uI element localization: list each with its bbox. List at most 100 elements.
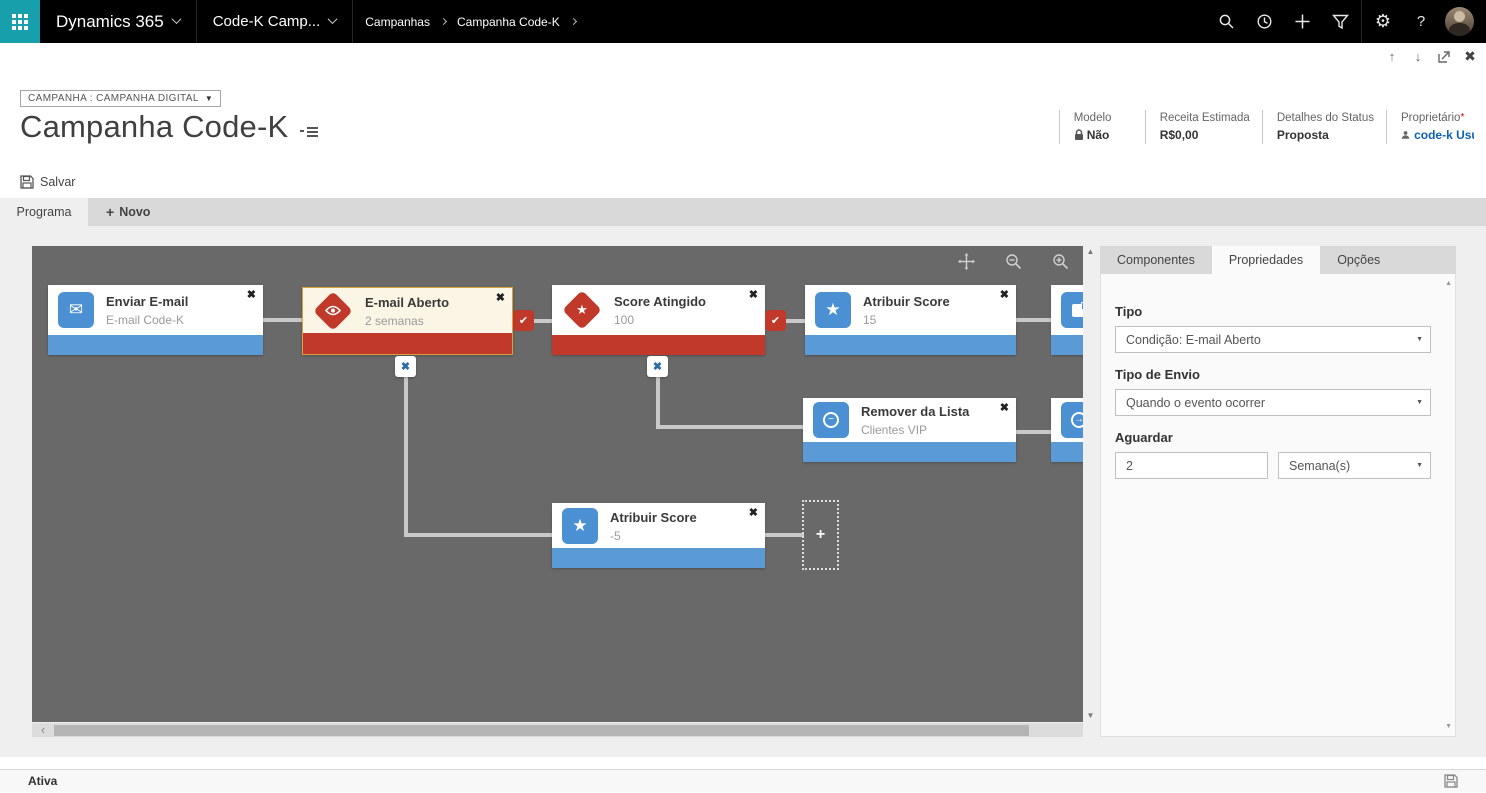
brand-menu[interactable]: Dynamics 365: [40, 0, 197, 43]
tab-opcoes[interactable]: Opções: [1320, 246, 1397, 274]
add-step-placeholder[interactable]: +: [802, 500, 839, 570]
chevron-down-icon: ▼: [1416, 399, 1423, 406]
connector-line: [784, 319, 807, 323]
panel-body: ▲ ▼ Tipo Condição: E-mail Aberto ▼ Tipo …: [1100, 274, 1456, 737]
field-modelo: Modelo Não: [1059, 110, 1145, 144]
close-record-icon[interactable]: ✖: [1460, 46, 1480, 66]
canvas-horizontal-scrollbar[interactable]: ‹: [32, 723, 1083, 737]
connector-line: [531, 319, 554, 323]
previous-record-icon[interactable]: ↑: [1382, 46, 1402, 66]
node-bar: [552, 335, 765, 355]
close-icon[interactable]: ✖: [749, 506, 758, 519]
close-icon[interactable]: ✖: [496, 291, 505, 304]
node-title: Remover da Lista: [861, 404, 969, 419]
zoom-out-icon[interactable]: [1005, 253, 1022, 270]
node-bar: [48, 335, 263, 355]
create-record-icon[interactable]: [1283, 0, 1321, 43]
settings-gear-icon[interactable]: ⚙: [1364, 0, 1402, 43]
save-button[interactable]: Salvar: [20, 175, 75, 189]
record-type-badge[interactable]: CAMPANHA : CAMPANHA DIGITAL ▼: [20, 90, 221, 107]
tab-label: Novo: [119, 205, 150, 219]
field-label: Modelo: [1074, 112, 1133, 124]
scroll-up-icon[interactable]: ▲: [1084, 246, 1097, 258]
chevron-right-icon: [440, 18, 447, 25]
required-asterisk: *: [1460, 112, 1464, 123]
owner-link[interactable]: code-k Usuári: [1414, 128, 1474, 142]
workflow-node-enviar-email[interactable]: ✉ Enviar E-mail E-mail Code-K ✖: [48, 285, 263, 355]
save-status-icon[interactable]: [1444, 774, 1458, 793]
next-record-icon[interactable]: ↓: [1408, 46, 1428, 66]
pan-icon[interactable]: [958, 253, 975, 270]
breadcrumb-campanha-code-k[interactable]: Campanha Code-K: [457, 15, 560, 29]
filter-icon[interactable]: [1321, 0, 1359, 43]
record-type-label: CAMPANHA : CAMPANHA DIGITAL: [28, 93, 199, 104]
app-name-menu[interactable]: Code-K Camp...: [197, 0, 354, 43]
node-bar: [1051, 335, 1083, 355]
recent-items-icon[interactable]: [1245, 0, 1283, 43]
workflow-node-atribuir-score-15[interactable]: ★ Atribuir Score 15 ✖: [805, 285, 1016, 355]
canvas-vertical-scrollbar[interactable]: ▲ ▼: [1084, 246, 1097, 722]
node-title: Enviar E-mail: [106, 294, 188, 309]
user-avatar[interactable]: [1440, 0, 1478, 43]
aguardar-unit-select[interactable]: Semana(s) ▼: [1278, 452, 1431, 479]
form-selector-icon[interactable]: [300, 127, 318, 137]
node-subtitle: 15: [863, 313, 950, 327]
workflow-canvas[interactable]: ✉ Enviar E-mail E-mail Code-K ✖ E-mail A…: [32, 246, 1083, 722]
close-icon[interactable]: ✖: [1000, 401, 1009, 414]
breadcrumb: Campanhas Campanha Code-K: [365, 15, 586, 29]
node-title: Score Atingido: [614, 294, 706, 309]
workflow-node-remover-da-lista[interactable]: − Remover da Lista Clientes VIP ✖: [803, 398, 1016, 462]
search-icon[interactable]: [1207, 0, 1245, 43]
breadcrumb-campanhas[interactable]: Campanhas: [365, 15, 430, 29]
navbar-actions: ⚙ ?: [1207, 0, 1478, 43]
tipo-select[interactable]: Condição: E-mail Aberto ▼: [1115, 326, 1431, 353]
form-tabstrip: Programa + Novo: [0, 198, 1486, 226]
field-value: Proposta: [1277, 128, 1329, 142]
status-bar: Ativa: [0, 769, 1486, 792]
scroll-up-icon[interactable]: ▲: [1445, 280, 1452, 287]
workflow-node-atribuir-score-minus5[interactable]: ★ Atribuir Score -5 ✖: [552, 503, 765, 568]
record-status: Ativa: [28, 774, 57, 788]
popout-icon[interactable]: [1434, 46, 1454, 66]
scroll-left-icon[interactable]: ‹: [32, 723, 54, 737]
tab-content: ✉ Enviar E-mail E-mail Code-K ✖ E-mail A…: [0, 226, 1486, 757]
tipo-select-value: Condição: E-mail Aberto: [1126, 333, 1261, 347]
zoom-in-icon[interactable]: [1052, 253, 1069, 270]
help-icon[interactable]: ?: [1402, 0, 1440, 43]
connector-line: [404, 374, 408, 537]
tab-programa[interactable]: Programa: [0, 198, 88, 226]
field-detalhes-status: Detalhes do Status Proposta: [1262, 110, 1386, 144]
workflow-node-score-atingido[interactable]: ★ Score Atingido 100 ✖: [552, 285, 765, 355]
tipo-label: Tipo: [1115, 304, 1431, 319]
false-path-x-icon[interactable]: ✖: [395, 356, 416, 377]
close-icon[interactable]: ✖: [1000, 288, 1009, 301]
node-subtitle: Clientes VIP: [861, 423, 969, 437]
app-launcher-icon[interactable]: [0, 0, 40, 43]
workflow-node-email-aberto[interactable]: E-mail Aberto 2 semanas ✖: [302, 287, 513, 355]
node-subtitle: 100: [614, 313, 706, 327]
node-bar: [805, 335, 1016, 355]
connector-line: [404, 533, 552, 537]
scroll-down-icon[interactable]: ▼: [1445, 723, 1452, 730]
tab-novo[interactable]: + Novo: [88, 198, 168, 226]
tipo-envio-select[interactable]: Quando o evento ocorrer ▼: [1115, 389, 1431, 416]
aguardar-unit-value: Semana(s): [1289, 459, 1350, 473]
tab-propriedades[interactable]: Propriedades: [1212, 246, 1320, 274]
chevron-down-icon: ▼: [1416, 336, 1423, 343]
node-subtitle: 2 semanas: [365, 314, 449, 328]
page-icon: [1061, 292, 1083, 328]
tab-componentes[interactable]: Componentes: [1100, 246, 1212, 274]
aguardar-input[interactable]: [1115, 452, 1268, 479]
scrollbar-thumb[interactable]: [54, 725, 1029, 736]
scroll-down-icon[interactable]: ▼: [1084, 710, 1097, 722]
canvas-toolbar: [958, 253, 1069, 270]
close-icon[interactable]: ✖: [247, 288, 256, 301]
workflow-node-partial-top[interactable]: [1051, 285, 1083, 355]
eye-icon: [313, 291, 353, 331]
workflow-node-partial-middle[interactable]: →: [1051, 398, 1083, 462]
close-icon[interactable]: ✖: [749, 288, 758, 301]
waffle-grid-icon: [12, 14, 28, 30]
record-navigation: ↑ ↓ ✖: [1382, 46, 1480, 66]
false-path-x-icon[interactable]: ✖: [647, 356, 668, 377]
true-path-check-icon: ✔: [765, 310, 786, 331]
